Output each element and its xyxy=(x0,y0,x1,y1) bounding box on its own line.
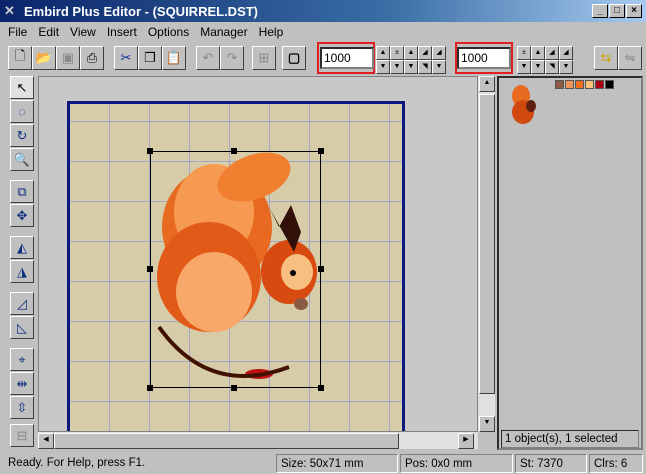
resize-handle[interactable] xyxy=(147,266,153,272)
align2-top-icon[interactable]: ▲ xyxy=(531,46,545,60)
resize-handle[interactable] xyxy=(231,385,237,391)
status-stitches: St: 7370 xyxy=(515,454,587,473)
move-up-icon[interactable]: ± xyxy=(390,46,404,60)
move-icon[interactable]: ✥ xyxy=(10,204,34,227)
color-swatch[interactable] xyxy=(585,80,594,89)
menu-options[interactable]: Options xyxy=(148,25,189,39)
skew-horizontal-icon[interactable]: ◿ xyxy=(10,292,34,315)
scale2-down-icon[interactable]: ▼ xyxy=(559,60,573,74)
scroll-down-icon[interactable]: ▼ xyxy=(479,416,495,432)
status-position: Pos: 0x0 mm xyxy=(400,454,513,473)
paste-icon[interactable]: 📋 xyxy=(162,46,186,70)
scroll-up-icon[interactable]: ▲ xyxy=(479,76,495,92)
maximize-button[interactable]: □ xyxy=(609,4,625,18)
status-size: Size: 50x71 mm xyxy=(276,454,398,473)
close-button[interactable]: × xyxy=(626,4,642,18)
status-bar: Ready. For Help, press F1. Size: 50x71 m… xyxy=(0,452,646,474)
redo-icon[interactable]: ↷ xyxy=(220,46,244,70)
menu-insert[interactable]: Insert xyxy=(107,25,137,39)
align2-bottom-icon[interactable]: ▼ xyxy=(531,60,545,74)
scale2-up-icon[interactable]: ◢ xyxy=(559,46,573,60)
spin-up-icon[interactable]: ▲ xyxy=(376,46,390,60)
vertical-scroll-thumb[interactable] xyxy=(479,94,495,394)
mirror-horizontal-icon[interactable]: ◭ xyxy=(10,236,34,259)
color2-up-icon[interactable]: ◢ xyxy=(545,46,559,60)
print-icon[interactable]: ⎙ xyxy=(80,46,104,70)
object-panel: 1 object(s), 1 selected xyxy=(497,76,643,450)
thumbnail-list xyxy=(499,78,641,426)
status-message: Ready. For Help, press F1. xyxy=(8,457,146,469)
squirrel-thumbnail[interactable] xyxy=(509,82,539,126)
move-down-icon[interactable]: ▼ xyxy=(390,60,404,74)
align-icon[interactable]: ⊟ xyxy=(10,424,34,447)
outline-icon[interactable]: ▢ xyxy=(282,46,306,70)
select-arrow-icon[interactable]: ↖ xyxy=(10,76,34,99)
rotate-icon[interactable]: ↻ xyxy=(10,124,34,147)
window-title: Embird Plus Editor - (SQUIRREL.DST) xyxy=(24,3,259,19)
design-canvas[interactable] xyxy=(38,76,478,432)
color-swatch[interactable] xyxy=(565,80,574,89)
split-icon[interactable]: ⇋ xyxy=(618,46,642,70)
resize-handle[interactable] xyxy=(318,148,324,154)
align-top-icon[interactable]: ▲ xyxy=(404,46,418,60)
resize-handle[interactable] xyxy=(147,148,153,154)
horizontal-scrollbar[interactable]: ◀ ▶ xyxy=(38,432,478,449)
menu-file[interactable]: File xyxy=(8,25,27,39)
left-toolbox: ↖ ◌ ↻ 🔍 ⧉ ✥ ◭ ◮ ◿ ◺ ⌖ ⇹ ⇳ ⊟ xyxy=(8,76,36,448)
scale-down-icon[interactable]: ▼ xyxy=(432,60,446,74)
resize-handle[interactable] xyxy=(318,385,324,391)
scale-field-1[interactable]: 1000 xyxy=(320,47,374,69)
scale-field-2[interactable]: 1000 xyxy=(457,47,511,69)
save-icon[interactable]: ▣ xyxy=(56,46,80,70)
menu-edit[interactable]: Edit xyxy=(38,25,59,39)
resize-handle[interactable] xyxy=(318,266,324,272)
align-bottom-icon[interactable]: ▼ xyxy=(404,60,418,74)
color-swatch[interactable] xyxy=(595,80,604,89)
resize-handle[interactable] xyxy=(147,385,153,391)
copy-icon[interactable]: ❐ xyxy=(138,46,162,70)
object-status: 1 object(s), 1 selected xyxy=(501,430,639,448)
color-up-icon[interactable]: ◢ xyxy=(418,46,432,60)
app-icon: ✕ xyxy=(4,3,15,18)
menu-bar: File Edit View Insert Options Manager He… xyxy=(0,22,646,42)
spin-down-icon[interactable]: ▼ xyxy=(376,60,390,74)
title-bar: ✕ Embird Plus Editor - (SQUIRREL.DST) _ … xyxy=(0,0,646,22)
open-folder-icon[interactable]: 📂 xyxy=(32,46,56,70)
center-icon[interactable]: ⌖ xyxy=(10,348,34,371)
center-vertical-icon[interactable]: ⇳ xyxy=(10,396,34,419)
toolbar: 🗋 📂 ▣ ⎙ ✂ ❐ 📋 ↶ ↷ ⊞ ▢ 1000 1 ▲ ▼ ± ▼ ▲ ▼… xyxy=(0,42,646,97)
selection-box xyxy=(150,151,321,388)
cut-icon[interactable]: ✂ xyxy=(114,46,138,70)
horizontal-scroll-thumb[interactable] xyxy=(54,433,399,449)
menu-help[interactable]: Help xyxy=(259,25,284,39)
spin2-up-icon[interactable]: ± xyxy=(517,46,531,60)
zoom-icon[interactable]: 🔍 xyxy=(10,148,34,171)
scroll-right-icon[interactable]: ▶ xyxy=(458,433,474,449)
status-colors: Clrs: 6 xyxy=(589,454,643,473)
scroll-left-icon[interactable]: ◀ xyxy=(38,433,54,449)
menu-manager[interactable]: Manager xyxy=(200,25,247,39)
menu-view[interactable]: View xyxy=(70,25,96,39)
resize-icon[interactable]: ⧉ xyxy=(10,180,34,203)
color-swatch[interactable] xyxy=(555,80,564,89)
new-file-icon[interactable]: 🗋 xyxy=(8,46,32,70)
lasso-icon[interactable]: ◌ xyxy=(10,100,34,123)
resize-handle[interactable] xyxy=(231,148,237,154)
one-to-one-icon[interactable]: ⊞ xyxy=(252,46,276,70)
join-icon[interactable]: ⇆ xyxy=(594,46,618,70)
color-swatch[interactable] xyxy=(605,80,614,89)
undo-icon[interactable]: ↶ xyxy=(196,46,220,70)
mirror-vertical-icon[interactable]: ◮ xyxy=(10,260,34,283)
color-down-icon[interactable]: ◥ xyxy=(418,60,432,74)
skew-vertical-icon[interactable]: ◺ xyxy=(10,316,34,339)
scale-up-icon[interactable]: ◢ xyxy=(432,46,446,60)
color-swatch[interactable] xyxy=(575,80,584,89)
center-horizontal-icon[interactable]: ⇹ xyxy=(10,372,34,395)
vertical-scrollbar[interactable]: ▲ ▼ xyxy=(478,76,495,432)
color2-down-icon[interactable]: ◥ xyxy=(545,60,559,74)
spin2-down-icon[interactable]: ▼ xyxy=(517,60,531,74)
minimize-button[interactable]: _ xyxy=(592,4,608,18)
